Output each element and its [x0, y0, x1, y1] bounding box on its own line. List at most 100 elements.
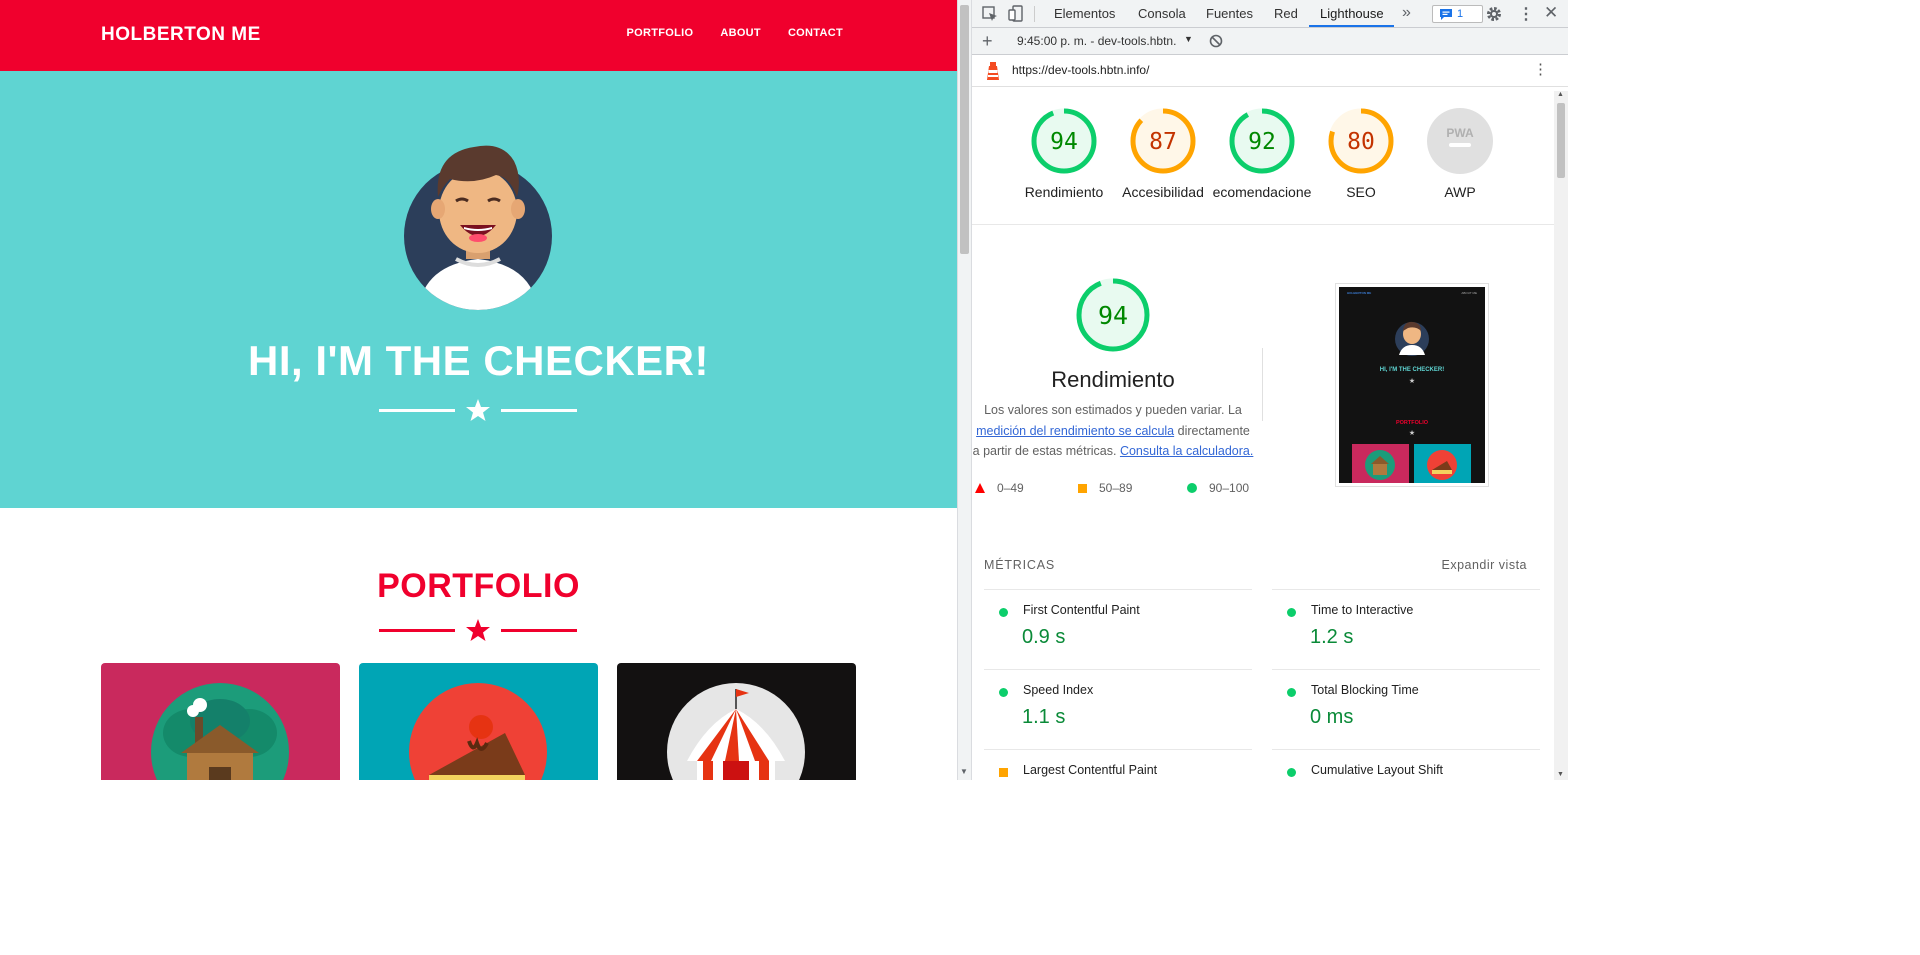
- gauge-pwa[interactable]: PWA AWP: [1410, 107, 1510, 200]
- thumb-hero-title: HI, I'M THE CHECKER!: [1379, 367, 1445, 373]
- red-triangle-icon: [975, 483, 985, 493]
- tab-network[interactable]: Red: [1274, 6, 1298, 21]
- gauge-ring: 80: [1328, 108, 1394, 174]
- report-url: https://dev-tools.hbtn.info/: [1012, 63, 1150, 77]
- metric-name: Time to Interactive: [1311, 603, 1414, 617]
- message-icon: [1440, 9, 1452, 20]
- hero-section: HI, I'M THE CHECKER!: [0, 71, 957, 508]
- close-icon[interactable]: ✕: [1544, 3, 1558, 23]
- green-circle-icon: [1187, 483, 1197, 493]
- hero-title: HI, I'M THE CHECKER!: [248, 337, 709, 384]
- legend-fail: 0–49: [975, 481, 1024, 495]
- report-selector[interactable]: 9:45:00 p. m. - dev-tools.hbtn.: [1017, 34, 1176, 48]
- gear-icon[interactable]: [1485, 5, 1503, 23]
- nav-link-portfolio[interactable]: PORTFOLIO: [626, 27, 693, 39]
- tab-console[interactable]: Consola: [1138, 6, 1186, 21]
- gauge-score: 92: [1248, 129, 1276, 155]
- thumb-nav: ABOUT ME: [1461, 291, 1477, 295]
- gauge-best-practices[interactable]: 92 ecomendacione: [1212, 107, 1312, 200]
- metric-value: 0 ms: [1310, 706, 1354, 728]
- tab-elements[interactable]: Elementos: [1054, 6, 1115, 21]
- portfolio-star-divider: [379, 619, 577, 641]
- gauge-seo[interactable]: 80 SEO: [1311, 107, 1411, 200]
- gauge-accessibility[interactable]: 87 Accesibilidad: [1113, 107, 1213, 200]
- pass-dot-icon: [1287, 768, 1296, 777]
- nav-link-contact[interactable]: CONTACT: [788, 27, 843, 39]
- final-screenshot-thumbnail[interactable]: HOLBERTON ME ABOUT ME HI, I'M THE CHECKE…: [1335, 283, 1489, 487]
- new-report-plus-icon[interactable]: +: [982, 31, 993, 52]
- portfolio-card-cabin[interactable]: [101, 663, 340, 780]
- metric-name: Largest Contentful Paint: [1023, 763, 1158, 777]
- pass-dot-icon: [999, 688, 1008, 697]
- thumb-card: [1352, 444, 1409, 483]
- performance-score: 94: [1098, 301, 1128, 330]
- pass-dot-icon: [1287, 688, 1296, 697]
- scroll-down-arrow-icon[interactable]: ▼: [1557, 771, 1564, 778]
- category-gauges: 94 Rendimiento 87 Accesibilidad 92 ecome…: [972, 91, 1554, 225]
- active-tab-indicator: [1309, 25, 1394, 27]
- legend-pass-range: 90–100: [1209, 481, 1250, 495]
- thumb-brand: HOLBERTON ME: [1347, 291, 1372, 295]
- tab-lighthouse[interactable]: Lighthouse: [1320, 6, 1384, 21]
- metric-lcp: Largest Contentful Paint: [984, 749, 1252, 780]
- thumbnail-image: HOLBERTON ME ABOUT ME HI, I'M THE CHECKE…: [1339, 287, 1485, 483]
- inspect-element-icon[interactable]: [981, 5, 999, 23]
- issues-counter-button[interactable]: 1: [1432, 5, 1483, 23]
- performance-section: 94 Rendimiento Los valores son estimados…: [972, 270, 1262, 510]
- report-menu-icon[interactable]: ⋮: [1533, 60, 1548, 78]
- clear-block-icon[interactable]: [1209, 34, 1223, 48]
- scroll-up-arrow-icon[interactable]: ▲: [1557, 91, 1564, 98]
- gauge-label: AWP: [1444, 184, 1476, 200]
- legend-pass: 90–100: [1187, 481, 1249, 495]
- metric-tti: Time to Interactive 1.2 s: [1272, 589, 1540, 669]
- calculator-link[interactable]: Consulta la calculadora.: [1120, 444, 1253, 458]
- performance-title: Rendimiento: [1051, 367, 1175, 392]
- metric-name: First Contentful Paint: [1023, 603, 1140, 617]
- circus-tent-icon: [667, 683, 805, 780]
- lighthouse-logo-icon: [987, 62, 999, 80]
- devtools-tab-bar: Elementos Consola Fuentes Red Lighthouse…: [972, 0, 1568, 28]
- report-url-bar: https://dev-tools.hbtn.info/ ⋮: [972, 55, 1568, 87]
- portfolio-card-cake[interactable]: [359, 663, 598, 780]
- nav-link-about[interactable]: ABOUT: [720, 27, 761, 39]
- page-scrollbar-thumb[interactable]: [960, 5, 969, 254]
- chevron-down-icon[interactable]: ▼: [1184, 34, 1193, 44]
- gauge-ring: 92: [1229, 108, 1295, 174]
- legend-average: 50–89: [1078, 481, 1132, 495]
- kebab-menu-icon[interactable]: ⋮: [1518, 4, 1534, 24]
- orange-square-icon: [1078, 484, 1087, 493]
- more-tabs-icon[interactable]: »: [1402, 4, 1411, 22]
- gauge-ring: 87: [1130, 108, 1196, 174]
- star-icon: [466, 399, 490, 421]
- cabin-icon: [151, 683, 289, 780]
- calc-link[interactable]: medición del rendimiento se calcula: [976, 424, 1174, 438]
- gauge-ring: 94: [1031, 108, 1097, 174]
- expand-view-toggle[interactable]: Expandir vista: [1441, 558, 1527, 572]
- pwa-badge-icon: PWA: [1427, 108, 1493, 174]
- report-scrollbar[interactable]: ▲ ▼: [1554, 91, 1568, 780]
- gauge-label: ecomendacione: [1212, 184, 1312, 200]
- performance-gauge: 94: [1076, 278, 1150, 352]
- legend-average-range: 50–89: [1099, 481, 1133, 495]
- metric-value: 1.2 s: [1310, 626, 1354, 648]
- gauge-label: SEO: [1346, 184, 1376, 200]
- hero-star-divider: [379, 399, 577, 421]
- average-square-icon: [999, 768, 1008, 777]
- gauge-performance[interactable]: 94 Rendimiento: [1014, 107, 1114, 200]
- legend-fail-range: 0–49: [997, 481, 1024, 495]
- pass-dot-icon: [1287, 608, 1296, 617]
- scroll-down-arrow-icon[interactable]: ▼: [960, 767, 968, 776]
- site-brand[interactable]: HOLBERTON ME: [101, 24, 261, 46]
- thumb-star-icon: ★: [1408, 430, 1416, 437]
- devtools-panel: Elementos Consola Fuentes Red Lighthouse…: [972, 0, 1568, 780]
- device-toggle-icon[interactable]: [1007, 5, 1025, 23]
- metric-fcp: First Contentful Paint 0.9 s: [984, 589, 1252, 669]
- pwa-badge-text: PWA: [1446, 126, 1474, 140]
- page-scrollbar[interactable]: ▼: [957, 0, 972, 780]
- pass-dot-icon: [999, 608, 1008, 617]
- thumb-card: [1414, 444, 1471, 483]
- report-scrollbar-thumb[interactable]: [1557, 103, 1565, 178]
- portfolio-card-circus[interactable]: [617, 663, 856, 780]
- tab-sources[interactable]: Fuentes: [1206, 6, 1253, 21]
- gauge-score: 94: [1050, 129, 1078, 155]
